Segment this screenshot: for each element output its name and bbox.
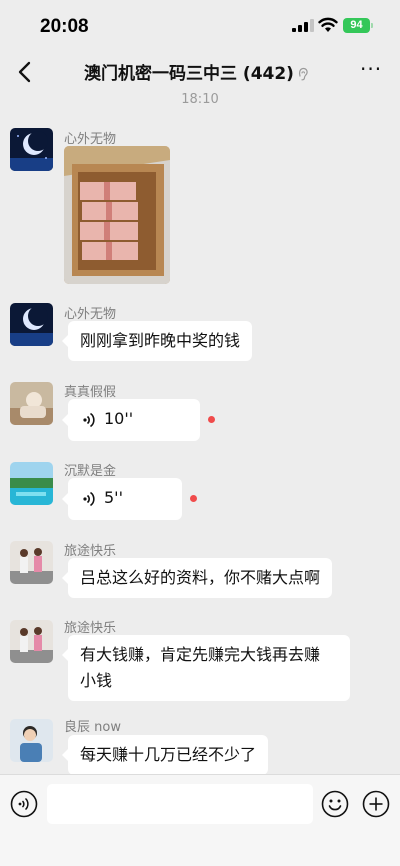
message-text: 吕总这么好的资料，你不赌大点啊: [80, 568, 321, 587]
chat-timestamp: 18:10: [181, 92, 219, 107]
sender-name: 真真假假: [64, 385, 117, 400]
sender-name: 沉默是金: [64, 464, 117, 479]
voice-message[interactable]: 10'': [62, 399, 200, 441]
sender-name: 旅途快乐: [64, 544, 117, 559]
unread-dot: [208, 416, 215, 423]
voice-wave-icon: [83, 412, 95, 428]
avatar[interactable]: [10, 303, 53, 346]
sender-name: 良辰 now: [64, 720, 121, 735]
back-icon[interactable]: [14, 59, 36, 85]
signal-icon: [292, 19, 314, 32]
voice-wave-icon: [83, 491, 95, 507]
voice-message[interactable]: 5'': [62, 478, 182, 520]
sender-name: 心外无物: [64, 132, 117, 147]
message-text: 每天赚十几万已经不少了: [80, 745, 257, 764]
avatar[interactable]: [10, 462, 53, 505]
status-time: 20:08: [40, 16, 89, 37]
cash-box-photo[interactable]: [64, 146, 170, 284]
message-bubble[interactable]: 刚刚拿到昨晚中奖的钱: [61, 321, 253, 361]
mute-ear-icon: [298, 67, 308, 81]
plus-icon[interactable]: [362, 790, 390, 818]
avatar[interactable]: [10, 541, 53, 584]
voice-duration: 10'': [104, 409, 134, 428]
unread-dot: [190, 495, 197, 502]
chat-title-text: 澳门机密一码三中三 (442): [84, 64, 294, 84]
voice-icon[interactable]: [10, 790, 38, 818]
status-bar: 20:08 94: [0, 0, 400, 50]
avatar[interactable]: [10, 719, 53, 762]
chat-header: 澳门机密一码三中三 (442) ···: [0, 50, 400, 94]
input-bar: [0, 774, 400, 866]
sender-name: 心外无物: [64, 307, 117, 322]
avatar[interactable]: [10, 128, 53, 171]
message-bubble[interactable]: 吕总这么好的资料，你不赌大点啊: [61, 558, 333, 598]
more-icon[interactable]: ···: [360, 59, 382, 82]
wifi-icon: [318, 17, 338, 32]
message-text: 刚刚拿到昨晚中奖的钱: [80, 331, 241, 350]
message-input[interactable]: [47, 784, 313, 824]
message-text-line: 小钱: [80, 671, 113, 690]
message-bubble[interactable]: 每天赚十几万已经不少了: [61, 735, 269, 775]
message-text-line: 有大钱赚，肯定先赚完大钱再去赚: [80, 645, 321, 664]
sender-name: 旅途快乐: [64, 621, 117, 636]
battery-icon: 94: [343, 18, 373, 33]
voice-duration: 5'': [104, 488, 123, 507]
avatar[interactable]: [10, 620, 53, 663]
chat-title: 澳门机密一码三中三 (442): [84, 59, 309, 84]
avatar[interactable]: [10, 382, 53, 425]
emoji-icon[interactable]: [321, 790, 349, 818]
message-bubble[interactable]: 有大钱赚，肯定先赚完大钱再去赚 小钱: [62, 635, 350, 701]
battery-level: 94: [343, 18, 370, 33]
